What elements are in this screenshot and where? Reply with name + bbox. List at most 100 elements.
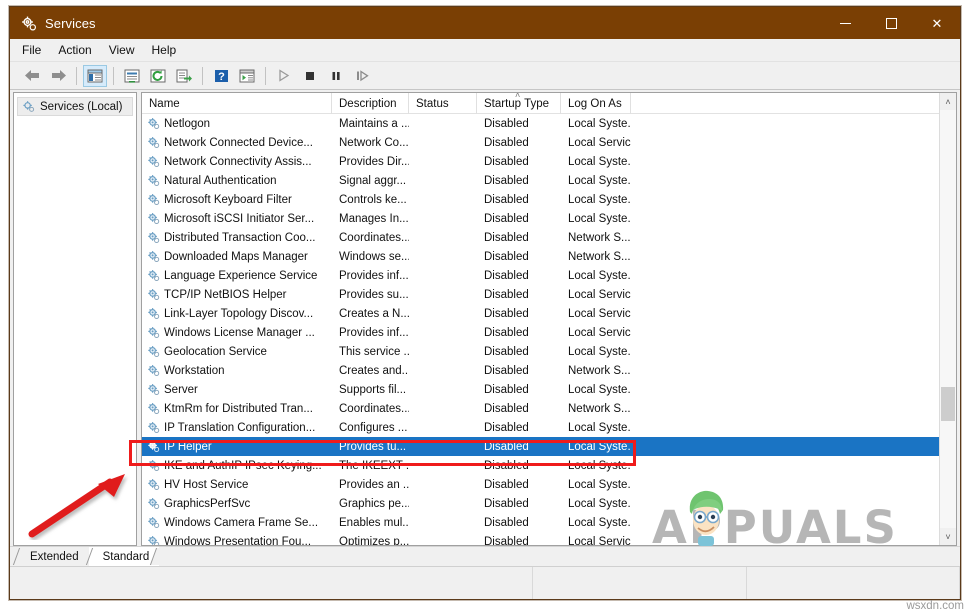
tab-standard[interactable]: Standard — [89, 547, 160, 566]
table-row[interactable]: WorkstationCreates and...DisabledNetwork… — [142, 361, 956, 380]
tab-extended-label: Extended — [30, 551, 79, 563]
table-row[interactable]: Windows License Manager ...Provides inf.… — [142, 323, 956, 342]
column-header-description[interactable]: Description — [332, 93, 409, 114]
toolbar-separator — [113, 67, 114, 85]
cell-description: Network Co... — [332, 133, 409, 152]
table-row[interactable]: Natural AuthenticationSignal aggr...Disa… — [142, 171, 956, 190]
tab-extended[interactable]: Extended — [16, 547, 89, 566]
table-row[interactable]: IP Translation Configuration...Configure… — [142, 418, 956, 437]
minimize-icon — [840, 23, 851, 24]
cell-name: TCP/IP NetBIOS Helper — [142, 285, 332, 304]
cell-text: Local Service — [568, 308, 631, 320]
vertical-scrollbar[interactable]: ˄ ˅ — [939, 93, 956, 545]
restart-service-button[interactable] — [350, 65, 374, 87]
cell-description: The IKEEXT ... — [332, 456, 409, 475]
table-row[interactable]: Downloaded Maps ManagerWindows se...Disa… — [142, 247, 956, 266]
refresh-button[interactable] — [146, 65, 170, 87]
cell-text: Server — [164, 384, 198, 396]
cell-text: Disabled — [484, 289, 529, 301]
show-hide-console-tree-button[interactable] — [83, 65, 107, 87]
table-row[interactable]: TCP/IP NetBIOS HelperProvides su...Disab… — [142, 285, 956, 304]
cell-text: Local Service — [568, 327, 631, 339]
table-row[interactable]: Geolocation ServiceThis service ...Disab… — [142, 342, 956, 361]
scroll-thumb[interactable] — [941, 387, 955, 421]
service-gear-icon — [147, 174, 160, 187]
cell-text: Controls ke... — [339, 194, 407, 206]
cell-name: Workstation — [142, 361, 332, 380]
column-header-log-on-as[interactable]: Log On As — [561, 93, 631, 114]
column-header-name[interactable]: Name — [142, 93, 332, 114]
export-list-button[interactable] — [172, 65, 196, 87]
services-list[interactable]: NetlogonMaintains a ...DisabledLocal Sys… — [142, 114, 956, 545]
column-header-label: Status — [416, 98, 449, 110]
tree-node-services-local[interactable]: Services (Local) — [17, 97, 133, 116]
cell-text: Provides inf... — [339, 270, 409, 282]
table-row[interactable]: Network Connected Device...Network Co...… — [142, 133, 956, 152]
forward-button[interactable] — [46, 65, 70, 87]
maximize-button[interactable] — [868, 7, 914, 39]
menu-item-action[interactable]: Action — [58, 41, 102, 59]
cell-status — [409, 285, 477, 304]
cell-status — [409, 190, 477, 209]
menu-item-file[interactable]: File — [22, 41, 52, 59]
help-button[interactable]: ? — [209, 65, 233, 87]
cell-text: Link-Layer Topology Discov... — [164, 308, 313, 320]
service-gear-icon — [147, 307, 160, 320]
cell-text: Manages In... — [339, 213, 409, 225]
cell-description: This service ... — [332, 342, 409, 361]
table-row[interactable]: Windows Camera Frame Se... Enables mul...… — [142, 513, 956, 532]
start-service-button[interactable] — [272, 65, 296, 87]
cell-description: Coordinates... — [332, 399, 409, 418]
column-header-label: Description — [339, 98, 397, 110]
properties-button[interactable] — [120, 65, 144, 87]
pause-service-button[interactable] — [324, 65, 348, 87]
cell-text: Enables mul... — [339, 517, 409, 529]
table-row[interactable]: KtmRm for Distributed Tran...Coordinates… — [142, 399, 956, 418]
stop-service-button[interactable] — [298, 65, 322, 87]
cell-text: Netlogon — [164, 118, 210, 130]
table-row[interactable]: NetlogonMaintains a ...DisabledLocal Sys… — [142, 114, 956, 133]
table-row[interactable]: IKE and AuthIP IPsec Keying...The IKEEXT… — [142, 456, 956, 475]
back-button[interactable] — [20, 65, 44, 87]
table-row[interactable]: Distributed Transaction Coo...Coordinate… — [142, 228, 956, 247]
service-gear-icon — [147, 250, 160, 263]
sort-indicator-icon: ˄ — [515, 93, 520, 100]
cell-logon: Local Syste... — [561, 266, 631, 285]
menu-item-help[interactable]: Help — [152, 41, 188, 59]
table-row[interactable]: HV Host ServiceProvides an ...DisabledLo… — [142, 475, 956, 494]
table-row[interactable]: Microsoft iSCSI Initiator Ser...Manages … — [142, 209, 956, 228]
menu-item-view[interactable]: View — [109, 41, 146, 59]
service-gear-icon — [147, 459, 160, 472]
service-gear-icon — [147, 212, 160, 225]
table-row[interactable]: ServerSupports fil...DisabledLocal Syste… — [142, 380, 956, 399]
cell-logon: Local Service — [561, 285, 631, 304]
service-gear-icon — [147, 326, 160, 339]
cell-text: GraphicsPerfSvc — [164, 498, 250, 510]
cell-startup: Disabled — [477, 399, 561, 418]
table-row[interactable]: Windows Presentation Fou...Optimizes p..… — [142, 532, 956, 545]
table-row[interactable]: Microsoft Keyboard FilterControls ke...D… — [142, 190, 956, 209]
cell-status — [409, 494, 477, 513]
cell-text: Network S... — [568, 232, 631, 244]
scroll-track[interactable] — [940, 110, 956, 528]
cell-logon: Local Syste... — [561, 418, 631, 437]
table-row[interactable]: Language Experience ServiceProvides inf.… — [142, 266, 956, 285]
cell-name: Geolocation Service — [142, 342, 332, 361]
show-hide-action-pane-button[interactable] — [235, 65, 259, 87]
cell-startup: Disabled — [477, 532, 561, 545]
table-row[interactable]: IP HelperProvides tu...DisabledLocal Sys… — [142, 437, 956, 456]
cell-name: Windows Camera Frame Se... — [142, 513, 332, 532]
table-row[interactable]: Link-Layer Topology Discov...Creates a N… — [142, 304, 956, 323]
minimize-button[interactable] — [822, 7, 868, 39]
cell-logon: Local Syste... — [561, 494, 631, 513]
table-row[interactable]: GraphicsPerfSvcGraphics pe...DisabledLoc… — [142, 494, 956, 513]
table-row[interactable]: Network Connectivity Assis...Provides Di… — [142, 152, 956, 171]
scroll-up-button[interactable]: ˄ — [940, 93, 956, 110]
cell-description: Provides Dir... — [332, 152, 409, 171]
cell-text: Disabled — [484, 422, 529, 434]
close-button[interactable]: ✕ — [914, 7, 960, 39]
scroll-down-button[interactable]: ˅ — [940, 528, 956, 545]
column-header-startup-type[interactable]: Startup Type˄ — [477, 93, 561, 114]
column-header-status[interactable]: Status — [409, 93, 477, 114]
back-icon — [24, 69, 41, 82]
